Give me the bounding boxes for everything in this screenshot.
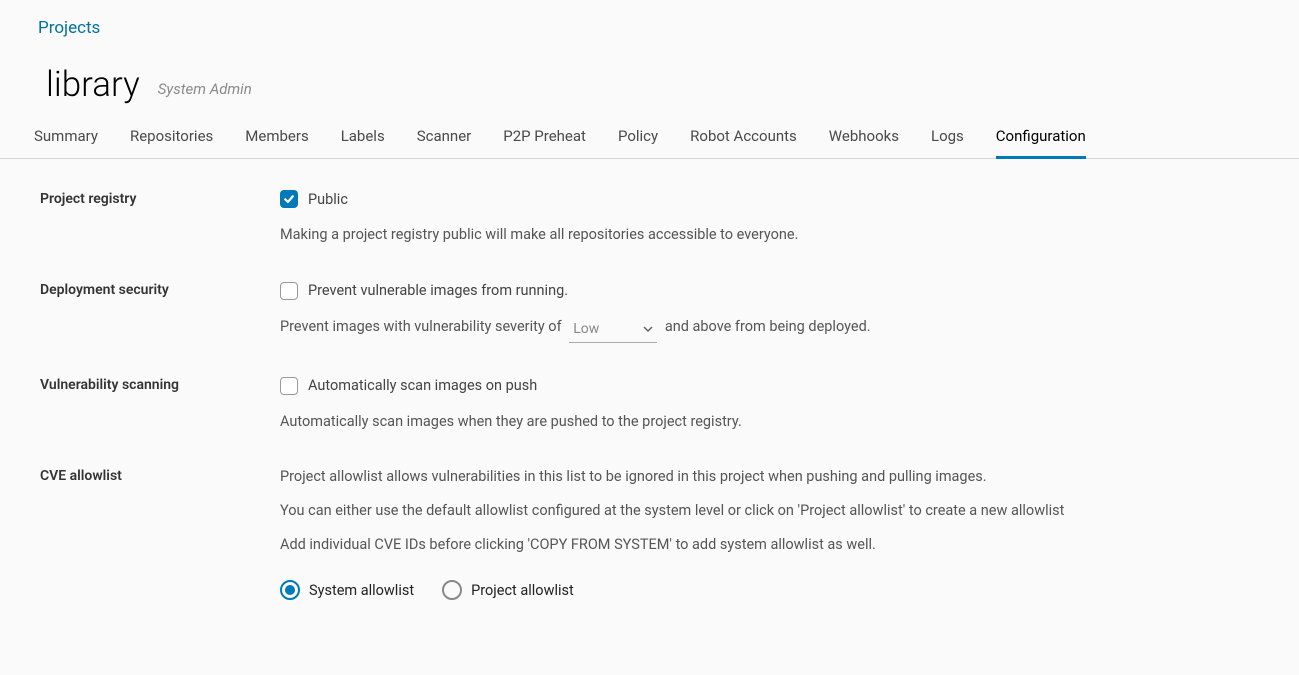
scanning-desc-text: Automatically scan images when they are …: [280, 411, 1259, 433]
tab-policy[interactable]: Policy: [618, 127, 658, 159]
chevron-down-icon: [643, 324, 653, 334]
tab-logs[interactable]: Logs: [931, 127, 964, 159]
user-role-label: System Admin: [158, 80, 252, 98]
tab-configuration[interactable]: Configuration: [996, 127, 1086, 159]
breadcrumb: Projects: [0, 10, 1299, 46]
check-icon: [283, 193, 295, 205]
cve-desc-2: You can either use the default allowlist…: [280, 500, 1259, 522]
tab-scanner[interactable]: Scanner: [417, 127, 472, 159]
tab-summary[interactable]: Summary: [34, 127, 98, 159]
config-row-deployment: Deployment security Prevent vulnerable i…: [40, 280, 1259, 341]
config-row-registry: Project registry Public Making a project…: [40, 189, 1259, 247]
project-name-title: library: [46, 66, 140, 105]
config-row-cve: CVE allowlist Project allowlist allows v…: [40, 466, 1259, 601]
severity-select[interactable]: Low: [569, 319, 657, 343]
radio-project-label: Project allowlist: [471, 580, 574, 602]
radio-system-outer: [280, 580, 300, 600]
radio-project-outer: [442, 580, 462, 600]
public-checkbox-label: Public: [308, 189, 348, 211]
prevent-vulnerable-checkbox-label: Prevent vulnerable images from running.: [308, 280, 568, 302]
deployment-section-label: Deployment security: [40, 280, 280, 298]
radio-project-allowlist[interactable]: Project allowlist: [442, 580, 574, 602]
tab-robot-accounts[interactable]: Robot Accounts: [690, 127, 797, 159]
registry-section-label: Project registry: [40, 189, 280, 207]
deployment-desc-line: Prevent images with vulnerability severi…: [280, 316, 1259, 341]
breadcrumb-projects-link[interactable]: Projects: [38, 18, 100, 38]
radio-system-label: System allowlist: [309, 580, 414, 602]
radio-system-inner: [285, 585, 295, 595]
scanning-section-label: Vulnerability scanning: [40, 375, 280, 393]
tabs-bar: Summary Repositories Members Labels Scanner P…: [0, 127, 1299, 159]
tab-p2p-preheat[interactable]: P2P Preheat: [503, 127, 586, 159]
severity-select-value: Low: [573, 319, 599, 340]
cve-desc-3: Add individual CVE IDs before clicking '…: [280, 534, 1259, 556]
registry-desc-text: Making a project registry public will ma…: [280, 224, 1259, 246]
cve-section-label: CVE allowlist: [40, 466, 280, 484]
tab-webhooks[interactable]: Webhooks: [829, 127, 899, 159]
radio-system-allowlist[interactable]: System allowlist: [280, 580, 414, 602]
tab-labels[interactable]: Labels: [341, 127, 385, 159]
config-row-scanning: Vulnerability scanning Automatically sca…: [40, 375, 1259, 433]
page-title-row: library System Admin: [0, 46, 1299, 109]
prevent-vulnerable-checkbox[interactable]: [280, 282, 298, 300]
tab-members[interactable]: Members: [245, 127, 308, 159]
deployment-desc-suffix: and above from being deployed.: [665, 318, 871, 335]
auto-scan-checkbox-label: Automatically scan images on push: [308, 375, 537, 397]
auto-scan-checkbox[interactable]: [280, 377, 298, 395]
cve-desc-1: Project allowlist allows vulnerabilities…: [280, 466, 1259, 488]
tab-repositories[interactable]: Repositories: [130, 127, 213, 159]
public-checkbox[interactable]: [280, 190, 298, 208]
deployment-desc-prefix: Prevent images with vulnerability severi…: [280, 318, 562, 335]
